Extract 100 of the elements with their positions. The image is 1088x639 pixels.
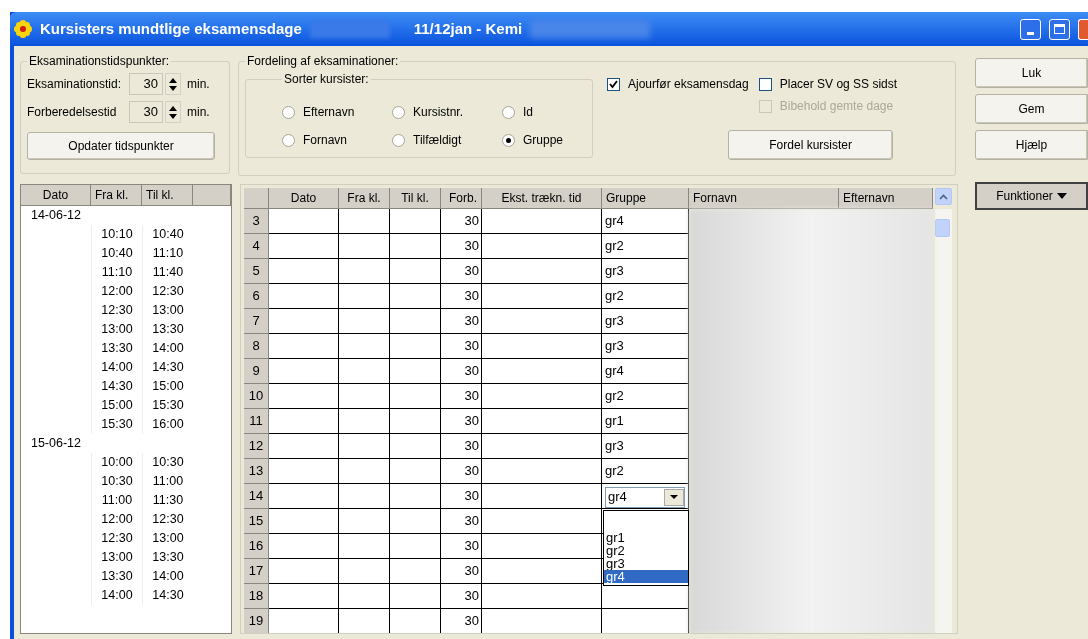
table-cell: [269, 334, 339, 359]
column-header[interactable]: Dato: [21, 185, 91, 206]
table-cell: [339, 484, 390, 509]
sort-radio[interactable]: Efternavn: [282, 102, 392, 122]
time-cell-text: 13:30: [101, 568, 133, 586]
sort-radio[interactable]: Tilfældigt: [392, 130, 502, 150]
table-cell: [339, 309, 390, 334]
group-label: Sorter kursister:: [283, 71, 370, 88]
table-cell: [390, 409, 441, 434]
table-cell: [339, 209, 390, 234]
table-cell: [269, 584, 339, 609]
option-checkbox[interactable]: Placer SV og SS sidst: [758, 74, 898, 94]
column-header[interactable]: Dato: [269, 188, 339, 209]
time-cell-text: 14:30: [101, 378, 133, 396]
maximize-button[interactable]: [1049, 18, 1070, 40]
column-header[interactable]: Fra kl.: [91, 185, 142, 206]
row-number: 18: [244, 584, 269, 609]
minimize-button[interactable]: [1020, 18, 1041, 40]
sort-radio[interactable]: Kursistnr.: [392, 102, 502, 122]
row-number: 6: [244, 284, 269, 309]
column-header[interactable]: Ekst. trækn. tid: [482, 188, 602, 209]
window-title: Kursisters mundtlige eksamensdage: [40, 18, 302, 39]
sort-radio[interactable]: Gruppe: [502, 130, 592, 150]
spin-arrows-icon[interactable]: [165, 73, 181, 95]
sort-radio[interactable]: Fornavn: [282, 130, 392, 150]
time-cell-text: 11:30: [152, 492, 184, 510]
table-cell: [390, 334, 441, 359]
time-cell-text: 15:30: [101, 416, 133, 434]
table-cell: [390, 309, 441, 334]
column-header[interactable]: Til kl.: [390, 188, 441, 209]
spin-arrows-icon[interactable]: [165, 101, 181, 123]
row-number: 7: [244, 309, 269, 334]
table-cell: 30: [441, 559, 482, 584]
checkbox-square[interactable]: [607, 77, 620, 91]
table-cell: gr3: [602, 334, 689, 359]
table-cell: [269, 509, 339, 534]
table-cell: [339, 609, 390, 633]
time-cell-text: 10:00: [101, 454, 133, 472]
table-cell: 30: [441, 609, 482, 633]
column-header[interactable]: Til kl.: [142, 185, 193, 206]
table-cell: [390, 384, 441, 409]
row-number: 11: [244, 409, 269, 434]
row-number: 15: [244, 509, 269, 534]
table-cell: [390, 209, 441, 234]
table-cell: [390, 534, 441, 559]
time-cell-text: 10:30: [101, 473, 133, 491]
table-cell: gr2: [602, 234, 689, 259]
table-cell: [390, 509, 441, 534]
group-label: Fordeling af eksaminationer:: [246, 53, 400, 70]
table-cell: [390, 609, 441, 633]
group-label: Eksaminationstidspunkter:: [28, 53, 171, 70]
time-cell-text: 10:40: [152, 226, 184, 244]
table-cell: [339, 534, 390, 559]
functions-menu-button[interactable]: Funktioner: [975, 182, 1088, 210]
time-cell-text: 11:00: [101, 492, 133, 510]
time-cell-text: 10:30: [152, 454, 184, 472]
table-cell: 30: [441, 234, 482, 259]
minutes-field[interactable]: 30: [129, 101, 163, 123]
time-cell-text: 14:00: [101, 587, 133, 605]
column-header[interactable]: Fornavn: [689, 188, 839, 209]
time-cell-text: 12:30: [101, 530, 133, 548]
time-cell-text: 13:00: [152, 302, 184, 320]
table-cell: [269, 384, 339, 409]
table-cell: [269, 284, 339, 309]
minutes-field[interactable]: 30: [129, 73, 163, 95]
dropdown-option[interactable]: gr1: [604, 531, 688, 544]
row-number: 4: [244, 234, 269, 259]
column-header[interactable]: Gruppe: [602, 188, 689, 209]
column-header[interactable]: Fra kl.: [339, 188, 390, 209]
table-cell: [390, 459, 441, 484]
date-cell-text: 15-06-12: [30, 435, 81, 453]
dropdown-option[interactable]: gr2: [604, 544, 688, 557]
update-times-button[interactable]: Opdater tidspunkter: [27, 132, 215, 160]
table-cell: [390, 234, 441, 259]
time-cell-text: 12:00: [101, 511, 133, 529]
scroll-up-button[interactable]: [935, 188, 952, 205]
scroll-thumb[interactable]: [935, 219, 950, 237]
time-cell-text: 16:00: [152, 416, 184, 434]
side-button[interactable]: Luk: [975, 58, 1088, 88]
table-cell: [390, 559, 441, 584]
group-combo-box[interactable]: gr4: [605, 486, 685, 508]
option-checkbox[interactable]: Ajourfør eksamensdag: [607, 74, 749, 94]
close-button[interactable]: [1078, 18, 1088, 40]
row-number: 8: [244, 334, 269, 359]
side-button[interactable]: Hjælp: [975, 130, 1088, 160]
distribute-button[interactable]: Fordel kursister: [728, 130, 894, 160]
row-number: 12: [244, 434, 269, 459]
table-cell: [339, 334, 390, 359]
window-title-suffix: 11/12jan - Kemi: [413, 18, 523, 39]
table-cell: gr4: [602, 209, 689, 234]
table-cell: 30: [441, 309, 482, 334]
time-cell-text: 13:00: [152, 530, 184, 548]
column-header[interactable]: Forb.: [441, 188, 482, 209]
time-cell-text: 14:00: [101, 359, 133, 377]
side-button[interactable]: Gem: [975, 94, 1088, 124]
sort-radio[interactable]: Id: [502, 102, 592, 122]
table-cell: [390, 434, 441, 459]
checkbox-square[interactable]: [758, 77, 772, 91]
column-header[interactable]: Efternavn: [839, 188, 933, 209]
time-cell-text: 13:00: [101, 549, 133, 567]
